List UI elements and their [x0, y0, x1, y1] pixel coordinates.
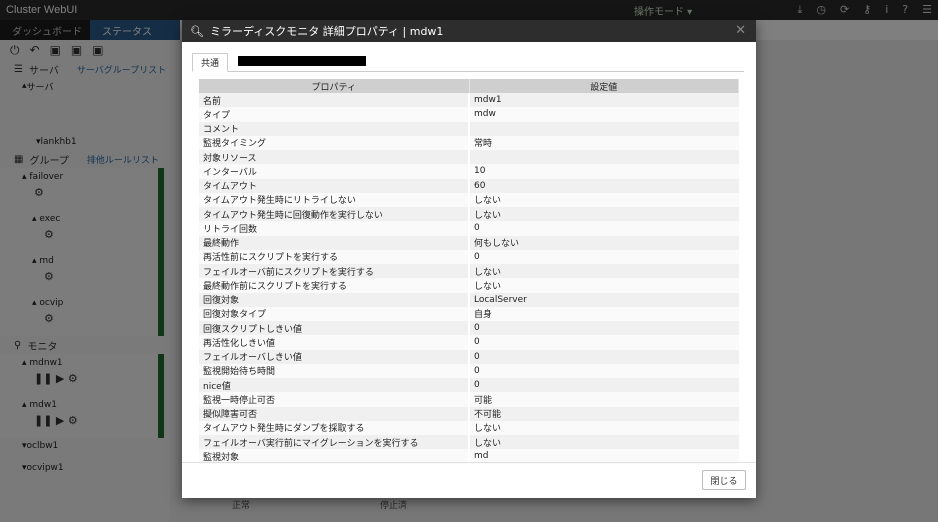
- table-row: タイムアウト 60: [199, 178, 739, 193]
- property-value: 何もしない: [469, 235, 739, 250]
- table-row: 擬似障害可否 不可能: [199, 406, 739, 421]
- property-value: 0: [469, 321, 739, 336]
- property-value: [469, 121, 739, 136]
- search-icon: 🔍︎: [190, 24, 204, 38]
- property-name: フェイルオーバ実行前にマイグレーションを実行する: [199, 435, 470, 450]
- property-value: しない: [469, 278, 739, 293]
- property-value: 10: [469, 164, 739, 179]
- table-row: フェイルオーバ前にスクリプトを実行する しない: [199, 264, 739, 279]
- table-row: コメント: [199, 121, 739, 136]
- property-value: 可能: [469, 392, 739, 407]
- table-row: 再活性前にスクリプトを実行する 0: [199, 249, 739, 264]
- property-name: 最終動作: [199, 235, 470, 250]
- property-name: nice値: [199, 378, 470, 393]
- property-value: LocalServer: [469, 292, 739, 307]
- property-name: フェイルオーバ前にスクリプトを実行する: [199, 264, 470, 279]
- table-row: 再活性化しきい値 0: [199, 335, 739, 350]
- table-row: 回復対象 LocalServer: [199, 292, 739, 307]
- table-row: タイムアウト発生時にリトライしない しない: [199, 192, 739, 207]
- property-value: [469, 150, 739, 165]
- property-value: 不可能: [469, 406, 739, 421]
- dialog-body: 共通 プロパティ 設定値 名前 mdw1 タイプ mdw コメント 監視タイミング 常時 対象…: [182, 42, 756, 464]
- header-property: プロパティ: [199, 79, 470, 93]
- table-row: タイムアウト発生時に回復動作を実行しない しない: [199, 207, 739, 222]
- property-value: 0: [469, 363, 739, 378]
- table-row: タイプ mdw: [199, 107, 739, 122]
- property-name: 回復スクリプトしきい値: [199, 321, 470, 336]
- property-name: 監視タイミング: [199, 135, 470, 150]
- property-name: 監視一時停止可否: [199, 392, 470, 407]
- property-name: 監視開始待ち時間: [199, 363, 470, 378]
- property-value: 0: [469, 335, 739, 350]
- property-name: リトライ回数: [199, 221, 470, 236]
- tab-common[interactable]: 共通: [192, 53, 229, 72]
- table-row: インターバル 10: [199, 164, 739, 179]
- property-value: mdw1: [469, 93, 739, 108]
- property-value: しない: [469, 207, 739, 222]
- property-table: プロパティ 設定値 名前 mdw1 タイプ mdw コメント 監視タイミング 常時 対象リソー…: [199, 79, 739, 464]
- dialog-header: 🔍︎ ミラーディスクモニタ 詳細プロパティ | mdw1 ✕: [182, 20, 756, 42]
- property-name: タイムアウト発生時に回復動作を実行しない: [199, 207, 470, 222]
- property-name: タイムアウト発生時にダンプを採取する: [199, 420, 470, 435]
- property-value: しない: [469, 420, 739, 435]
- table-row: 最終動作前にスクリプトを実行する しない: [199, 278, 739, 293]
- table-row: フェイルオーバ実行前にマイグレーションを実行する しない: [199, 435, 739, 450]
- property-name: 名前: [199, 93, 470, 108]
- property-name: 回復対象タイプ: [199, 306, 470, 321]
- table-row: 監視一時停止可否 可能: [199, 392, 739, 407]
- redacted-block: [238, 56, 367, 66]
- table-row: 回復スクリプトしきい値 0: [199, 321, 739, 336]
- close-button[interactable]: 閉じる: [702, 470, 746, 490]
- property-value: しない: [469, 192, 739, 207]
- table-row: 対象リソース: [199, 150, 739, 165]
- table-row: フェイルオーバしきい値 0: [199, 349, 739, 364]
- property-name: 再活性前にスクリプトを実行する: [199, 249, 470, 264]
- close-icon[interactable]: ✕: [735, 23, 746, 38]
- table-row: 回復対象タイプ 自身: [199, 306, 739, 321]
- property-name: 再活性化しきい値: [199, 335, 470, 350]
- table-row: 名前 mdw1: [199, 93, 739, 108]
- property-name: コメント: [199, 121, 470, 136]
- table-row: 監視開始待ち時間 0: [199, 363, 739, 378]
- property-value: mdw: [469, 107, 739, 122]
- property-table-wrap: プロパティ 設定値 名前 mdw1 タイプ mdw コメント 監視タイミング 常時 対象リソー…: [199, 79, 739, 464]
- dialog-tabs: 共通: [192, 52, 744, 72]
- property-value: 0: [469, 378, 739, 393]
- property-value: しない: [469, 264, 739, 279]
- table-row: 監視タイミング 常時: [199, 135, 739, 150]
- property-value: 常時: [469, 135, 739, 150]
- dialog-title: ミラーディスクモニタ 詳細プロパティ | mdw1: [209, 25, 444, 38]
- property-name: フェイルオーバしきい値: [199, 349, 470, 364]
- property-value: 60: [469, 178, 739, 193]
- property-name: タイプ: [199, 107, 470, 122]
- table-row: リトライ回数 0: [199, 221, 739, 236]
- table-row: タイムアウト発生時にダンプを採取する しない: [199, 420, 739, 435]
- property-value: 自身: [469, 306, 739, 321]
- table-row: 最終動作 何もしない: [199, 235, 739, 250]
- property-value: 0: [469, 221, 739, 236]
- property-name: タイムアウト発生時にリトライしない: [199, 192, 470, 207]
- property-name: 対象リソース: [199, 150, 470, 165]
- property-name: タイムアウト: [199, 178, 470, 193]
- table-row: nice値 0: [199, 378, 739, 393]
- properties-dialog: 🔍︎ ミラーディスクモニタ 詳細プロパティ | mdw1 ✕ 共通 プロパティ …: [182, 20, 756, 498]
- property-value: 0: [469, 349, 739, 364]
- property-name: 擬似障害可否: [199, 406, 470, 421]
- header-value: 設定値: [469, 79, 739, 93]
- dialog-footer: 閉じる: [182, 462, 756, 498]
- property-value: しない: [469, 435, 739, 450]
- property-name: インターバル: [199, 164, 470, 179]
- property-value: 0: [469, 249, 739, 264]
- property-name: 回復対象: [199, 292, 470, 307]
- property-name: 最終動作前にスクリプトを実行する: [199, 278, 470, 293]
- property-rows: 名前 mdw1 タイプ mdw コメント 監視タイミング 常時 対象リソース インターバル 10 タ…: [199, 93, 739, 464]
